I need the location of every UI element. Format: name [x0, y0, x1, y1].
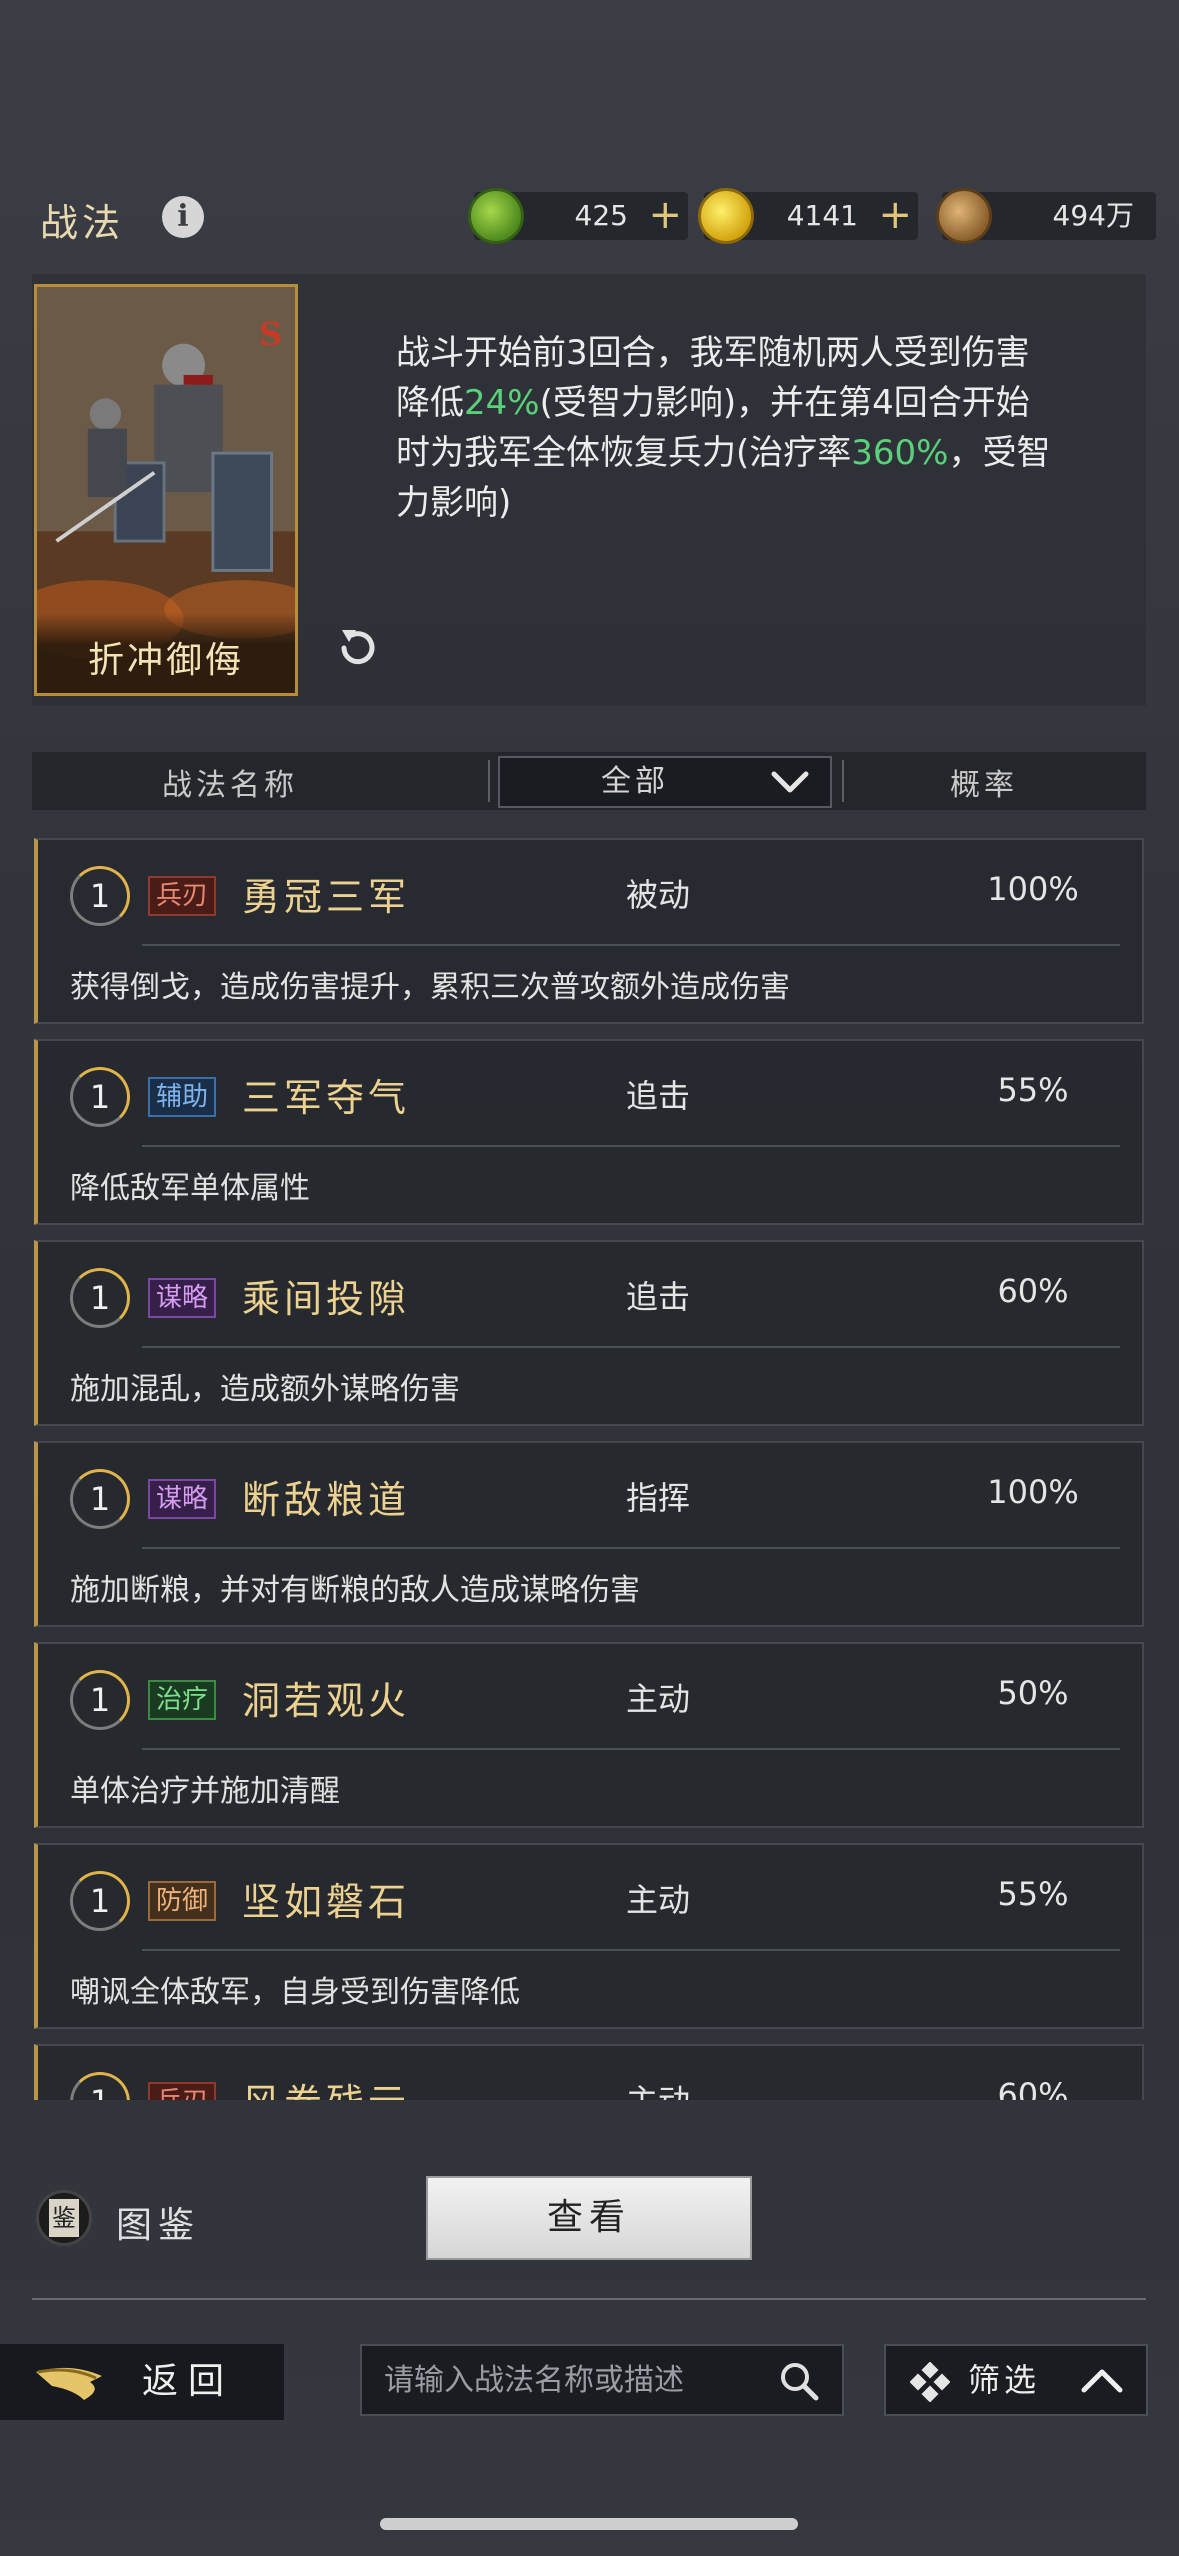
filter-value: 全部 — [601, 764, 669, 799]
tactic-name: 三军夺气 — [242, 1076, 411, 1120]
back-arrow-icon — [36, 2367, 102, 2400]
divider — [842, 760, 844, 802]
add-gold-button[interactable]: + — [878, 192, 912, 238]
card-grade-badge: S — [259, 315, 283, 353]
codex-glyph: 鉴 — [49, 2199, 79, 2237]
tactic-level: 1 — [70, 1067, 130, 1127]
divider — [142, 944, 1120, 946]
tactic-rate: 60% — [997, 1272, 1069, 1310]
tactic-row[interactable]: 1 辅助 三军夺气 追击 55% 降低敌军单体属性 — [34, 1039, 1144, 1225]
tactic-category-tag: 治疗 — [148, 1680, 217, 1720]
tactic-category-tag: 兵刃 — [148, 2082, 217, 2100]
codex-icon[interactable]: 鉴 — [36, 2190, 92, 2246]
tactic-category-tag: 兵刃 — [148, 876, 217, 916]
search-input[interactable] — [384, 2346, 764, 2414]
divider — [32, 2298, 1146, 2300]
tactic-row[interactable]: 1 兵刃 风卷残云 主动 60% — [34, 2044, 1144, 2100]
tactic-level: 1 — [70, 866, 130, 926]
tactic-name: 风卷残云 — [242, 2072, 410, 2100]
tactic-summary: 获得倒戈，造成伤害提升，累积三次普攻额外造成伤害 — [70, 970, 790, 1005]
currency-gold: 4141 + — [698, 188, 918, 244]
tactic-level: 1 — [70, 1268, 130, 1328]
currency-value: 494万 — [1052, 199, 1134, 232]
filter-button[interactable]: 筛选 — [884, 2344, 1148, 2416]
tactic-summary: 嘲讽全体敌军，自身受到伤害降低 — [70, 1975, 520, 2010]
type-filter-dropdown[interactable]: 全部 — [498, 756, 832, 808]
desc-value: 360% — [851, 433, 949, 473]
tactic-level: 1 — [70, 1670, 130, 1730]
tactic-row[interactable]: 1 谋略 断敌粮道 指挥 100% 施加断粮，并对有断粮的敌人造成谋略伤害 — [34, 1441, 1144, 1627]
column-name-label: 战法名称 — [162, 768, 298, 803]
tactic-level: 1 — [70, 1871, 130, 1931]
tactic-summary: 施加断粮，并对有断粮的敌人造成谋略伤害 — [70, 1573, 640, 1608]
filter-label: 筛选 — [968, 2361, 1041, 2399]
currency-jade: 425 + — [468, 188, 688, 244]
tactic-rate: 55% — [997, 1071, 1069, 1109]
tactic-row[interactable]: 1 谋略 乘间投隙 追击 60% 施加混乱，造成额外谋略伤害 — [34, 1240, 1144, 1426]
tactic-row[interactable]: 1 兵刃 勇冠三军 被动 100% 获得倒戈，造成伤害提升，累积三次普攻额外造成… — [34, 838, 1144, 1024]
refresh-icon[interactable] — [330, 620, 386, 676]
tactic-type: 主动 — [626, 2076, 690, 2100]
chevron-up-icon — [1081, 2369, 1123, 2393]
tactic-row[interactable]: 1 防御 坚如磐石 主动 55% 嘲讽全体敌军，自身受到伤害降低 — [34, 1843, 1144, 2029]
tactic-card[interactable]: S 折冲御侮 — [34, 284, 298, 696]
tactic-rate: 50% — [997, 1674, 1069, 1712]
tactic-name: 乘间投隙 — [242, 1277, 411, 1321]
currency-value: 4141 — [786, 199, 858, 232]
tactic-type: 主动 — [626, 1881, 691, 1919]
search-icon[interactable] — [778, 2360, 820, 2402]
filter-icon — [910, 2362, 950, 2402]
add-jade-button[interactable]: + — [648, 192, 682, 238]
tactic-category-tag: 辅助 — [148, 1077, 217, 1117]
codex-button-label[interactable]: 图鉴 — [116, 2196, 200, 2248]
tactic-description: 战斗开始前3回合，我军随机两人受到伤害降低24%(受智力影响)，并在第4回合开始… — [396, 328, 1056, 528]
back-button[interactable]: 返回 — [0, 2344, 284, 2420]
tactic-category-tag: 谋略 — [148, 1479, 217, 1519]
tactic-category-tag: 谋略 — [148, 1278, 217, 1318]
tactic-rate: 60% — [997, 2076, 1069, 2100]
search-field[interactable] — [360, 2344, 844, 2416]
tactic-row[interactable]: 1 治疗 洞若观火 主动 50% 单体治疗并施加清醒 — [34, 1642, 1144, 1828]
tactic-name: 坚如磐石 — [242, 1880, 411, 1924]
tactic-type: 追击 — [626, 1278, 691, 1316]
home-indicator[interactable] — [380, 2518, 798, 2530]
tactic-summary: 单体治疗并施加清醒 — [70, 1774, 340, 1809]
info-icon[interactable]: i — [162, 196, 204, 238]
divider — [142, 1748, 1120, 1750]
tactic-type: 被动 — [626, 876, 691, 914]
divider — [142, 1547, 1120, 1549]
back-label: 返回 — [142, 2361, 235, 2402]
tactic-category-tag: 防御 — [148, 1881, 217, 1921]
page-title: 战法 — [40, 201, 125, 245]
chevron-down-icon — [771, 771, 809, 793]
tactic-summary: 施加混乱，造成额外谋略伤害 — [70, 1372, 460, 1407]
column-rate-label: 概率 — [950, 768, 1018, 803]
divider — [142, 1949, 1120, 1951]
currency-copper: 494万 — [936, 188, 1156, 244]
desc-value: 24% — [464, 383, 540, 423]
currency-value: 425 — [574, 199, 628, 232]
tactic-level: 1 — [70, 1469, 130, 1529]
tactic-type: 主动 — [626, 1680, 691, 1718]
tactic-type: 指挥 — [626, 1479, 691, 1517]
tactic-rate: 100% — [987, 1473, 1079, 1511]
tactic-card-name: 折冲御侮 — [37, 613, 295, 693]
tactic-type: 追击 — [626, 1077, 691, 1115]
tactic-summary: 降低敌军单体属性 — [70, 1171, 310, 1206]
tactic-rate: 55% — [997, 1875, 1069, 1913]
tactic-rate: 100% — [987, 870, 1079, 908]
tactic-list[interactable]: 1 兵刃 勇冠三军 被动 100% 获得倒戈，造成伤害提升，累积三次普攻额外造成… — [32, 838, 1146, 2100]
divider — [488, 760, 490, 802]
view-button[interactable]: 查看 — [426, 2176, 752, 2260]
tactic-name: 断敌粮道 — [242, 1478, 411, 1522]
tactic-name: 勇冠三军 — [242, 875, 411, 919]
tactic-level: 1 — [70, 2072, 130, 2100]
divider — [142, 1346, 1120, 1348]
divider — [142, 1145, 1120, 1147]
tactic-name: 洞若观火 — [242, 1679, 411, 1723]
